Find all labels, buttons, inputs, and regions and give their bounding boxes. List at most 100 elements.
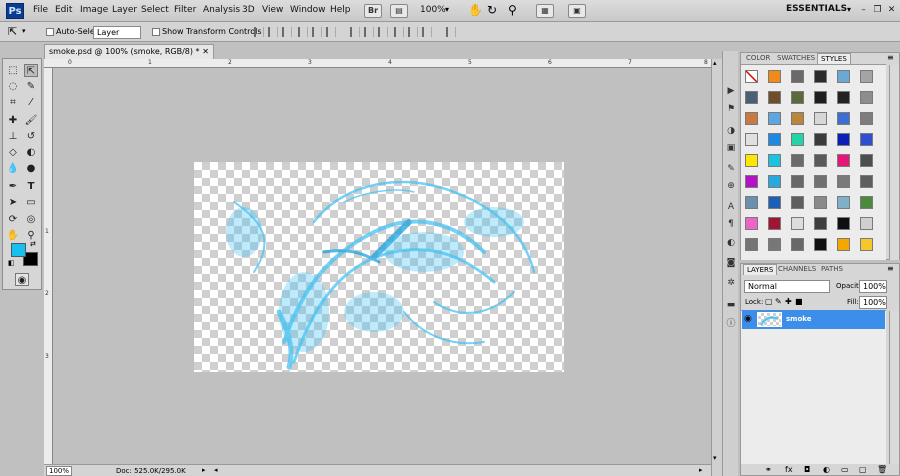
distribute-vcenter-icon[interactable] [364, 27, 374, 37]
style-swatch[interactable] [837, 112, 850, 125]
menu-view[interactable]: View [262, 5, 283, 15]
move-tool-preset-icon[interactable]: ⇱ [8, 25, 17, 38]
menu-select[interactable]: Select [141, 5, 169, 15]
type-tool-icon[interactable]: T [24, 180, 38, 193]
close-button[interactable]: ✕ [886, 5, 897, 16]
panel-menu-icon[interactable]: ≡ [887, 53, 894, 62]
screen-mode-icon[interactable]: ▣ [568, 4, 586, 18]
tab-channels[interactable]: CHANNELS [775, 264, 819, 275]
style-swatch[interactable] [860, 217, 873, 230]
style-swatch[interactable] [814, 154, 827, 167]
quick-select-tool-icon[interactable]: ✎ [24, 80, 38, 93]
info-panel-icon[interactable]: ⓘ [725, 318, 737, 330]
history-panel-icon[interactable]: ▶ [725, 85, 737, 97]
pen-tool-icon[interactable]: ✒ [6, 180, 20, 193]
menu-edit[interactable]: Edit [55, 5, 72, 15]
scroll-down-icon[interactable]: ▾ [713, 454, 717, 462]
style-swatch[interactable] [768, 238, 781, 251]
style-swatch[interactable] [837, 196, 850, 209]
styles-scrollbar[interactable] [889, 65, 899, 260]
scroll-left-icon[interactable]: ◂ [214, 466, 218, 474]
menu-filter[interactable]: Filter [174, 5, 196, 15]
style-swatch[interactable] [814, 133, 827, 146]
auto-select-target-select[interactable]: Layer [93, 26, 141, 39]
move-tool-icon[interactable]: ⇱ [24, 64, 38, 77]
style-swatch[interactable] [814, 196, 827, 209]
minibridge-icon[interactable]: ▤ [390, 4, 408, 18]
paragraph-panel-icon[interactable]: ¶ [725, 218, 737, 230]
style-swatch[interactable] [768, 175, 781, 188]
lock-position-icon[interactable]: ✚ [785, 297, 792, 306]
style-swatch[interactable] [791, 175, 804, 188]
style-swatch[interactable] [745, 112, 758, 125]
layer-style-icon[interactable]: fx [785, 465, 793, 474]
status-zoom-field[interactable]: 100% [46, 466, 73, 476]
link-layers-icon[interactable]: ⚭ [765, 465, 772, 474]
workspace-chevron-icon[interactable]: ▾ [847, 5, 851, 14]
new-group-icon[interactable]: ▭ [841, 465, 849, 474]
style-swatch[interactable] [814, 91, 827, 104]
marquee-tool-icon[interactable]: ⬚ [6, 64, 20, 77]
brush-tool-icon[interactable]: 🖌 [24, 114, 38, 127]
tab-paths[interactable]: PATHS [818, 264, 846, 275]
minimize-button[interactable]: – [858, 5, 869, 16]
style-swatch[interactable] [814, 70, 827, 83]
clone-source-panel-icon[interactable]: ⊕ [725, 180, 737, 192]
tab-color[interactable]: COLOR [743, 53, 773, 64]
style-swatch[interactable] [860, 112, 873, 125]
hand-tool-icon[interactable]: ✋ [468, 3, 483, 17]
scroll-up-icon[interactable]: ▴ [713, 59, 717, 67]
style-swatch[interactable] [791, 196, 804, 209]
menu-file[interactable]: File [33, 5, 48, 15]
menu-layer[interactable]: Layer [112, 5, 137, 15]
clone-stamp-tool-icon[interactable]: ⊥ [6, 130, 20, 143]
style-swatch[interactable] [768, 112, 781, 125]
close-document-icon[interactable]: ✕ [202, 45, 209, 59]
style-swatch[interactable] [745, 154, 758, 167]
hand-tool-icon[interactable]: ✋ [6, 229, 20, 242]
quick-mask-icon[interactable]: ◉ [15, 273, 29, 286]
style-swatch[interactable] [768, 91, 781, 104]
histogram-panel-icon[interactable]: ▬ [725, 299, 737, 311]
layer-comps-panel-icon[interactable]: ◙ [725, 257, 737, 269]
style-swatch[interactable] [745, 196, 758, 209]
swap-colors-icon[interactable]: ⇄ [30, 240, 36, 248]
align-left-icon[interactable] [298, 27, 308, 37]
visibility-eye-icon[interactable]: ◉ [744, 314, 752, 324]
style-swatch[interactable] [814, 238, 827, 251]
style-swatch[interactable] [768, 217, 781, 230]
paint-bucket-tool-icon[interactable]: ◐ [24, 146, 38, 159]
fill-field[interactable]: 100% [859, 296, 887, 309]
opacity-field[interactable]: 100% [859, 280, 887, 293]
actions-panel-icon[interactable]: ⚑ [725, 103, 737, 115]
layers-scrollbar[interactable] [889, 311, 899, 464]
menu-3d[interactable]: 3D [242, 5, 255, 15]
menu-image[interactable]: Image [80, 5, 108, 15]
align-bottom-icon[interactable] [282, 27, 292, 37]
distribute-left-icon[interactable] [394, 27, 404, 37]
blend-mode-select[interactable]: Normal [744, 280, 830, 293]
show-transform-checkbox[interactable] [152, 28, 160, 36]
blur-tool-icon[interactable]: 💧 [6, 162, 20, 175]
dodge-tool-icon[interactable]: ● [24, 162, 38, 175]
style-swatch[interactable] [768, 154, 781, 167]
tab-swatches[interactable]: SWATCHES [774, 53, 818, 64]
layers-panel-menu-icon[interactable]: ≡ [887, 264, 894, 273]
eyedropper-tool-icon[interactable]: ⁄ [24, 96, 38, 109]
style-swatch[interactable] [745, 238, 758, 251]
distribute-hcenter-icon[interactable] [408, 27, 418, 37]
style-swatch[interactable] [791, 112, 804, 125]
distribute-right-icon[interactable] [422, 27, 432, 37]
shape-tool-icon[interactable]: ▭ [24, 196, 38, 209]
style-swatch[interactable] [745, 175, 758, 188]
tab-layers[interactable]: LAYERS [743, 264, 778, 275]
adjustment-layer-icon[interactable]: ◐ [823, 465, 830, 474]
lasso-tool-icon[interactable]: ◌ [6, 80, 20, 93]
brushes-panel-icon[interactable]: ✎ [725, 163, 737, 175]
delete-layer-icon[interactable]: 🗑 [877, 465, 887, 474]
status-menu-arrow-icon[interactable]: ▸ [202, 466, 206, 474]
menu-window[interactable]: Window [290, 5, 326, 15]
new-layer-icon[interactable]: ▢ [859, 465, 867, 474]
style-swatch[interactable] [860, 238, 873, 251]
auto-align-layers-icon[interactable] [446, 27, 456, 37]
